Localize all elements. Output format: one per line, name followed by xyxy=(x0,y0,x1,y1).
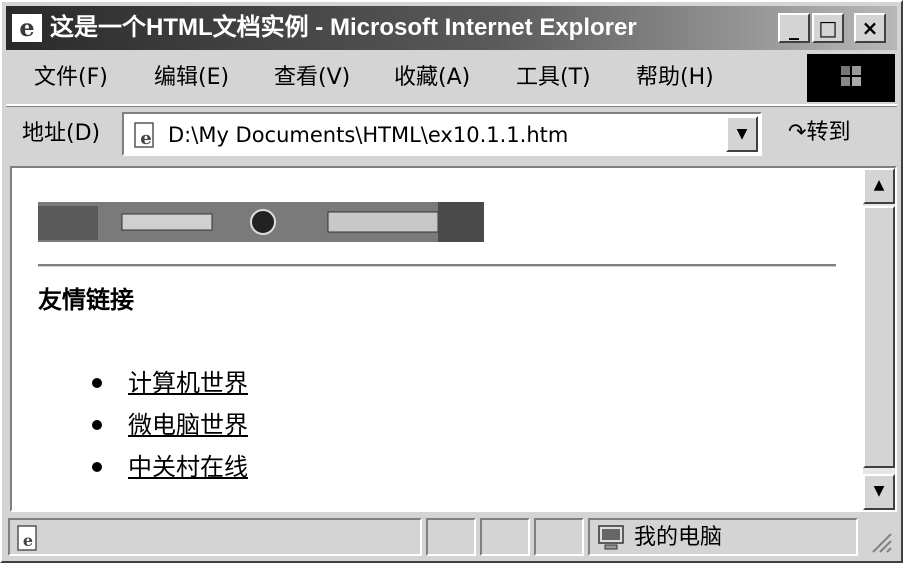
svg-text:e: e xyxy=(140,128,151,149)
maximize-button[interactable]: □ xyxy=(812,13,844,43)
arrow-up-icon: ▲ xyxy=(873,177,885,193)
computer-icon xyxy=(598,525,624,550)
zone-label: 我的电脑 xyxy=(634,525,723,550)
scroll-down-button[interactable]: ▼ xyxy=(863,474,895,510)
links-list: 计算机世界 微电脑世界 中关村在线 xyxy=(92,364,248,490)
scroll-up-button[interactable]: ▲ xyxy=(863,168,895,204)
svg-text:e: e xyxy=(23,531,33,550)
title-bar[interactable]: e 这是一个HTML文档实例 - Microsoft Internet Expl… xyxy=(6,6,897,50)
graphics-card-banner-image xyxy=(38,202,484,242)
status-text-pane: e xyxy=(8,518,422,556)
resize-grip-icon[interactable] xyxy=(869,530,893,554)
address-label: 地址(D) xyxy=(22,121,101,146)
horizontal-rule xyxy=(38,264,836,267)
address-dropdown-button[interactable]: ▼ xyxy=(726,116,758,152)
status-pane xyxy=(426,518,476,556)
bullet-icon xyxy=(92,462,102,472)
page-icon: e xyxy=(134,122,154,149)
chevron-down-icon: ▼ xyxy=(736,126,748,142)
status-pane xyxy=(534,518,584,556)
go-label: 转到 xyxy=(806,120,851,145)
page-heading: 友情链接 xyxy=(38,285,134,314)
address-input[interactable]: D:\My Documents\HTML\ex10.1.1.htm xyxy=(168,122,568,148)
svg-text:e: e xyxy=(19,14,34,42)
close-button[interactable]: × xyxy=(854,13,886,43)
list-item: 计算机世界 xyxy=(92,364,248,406)
scroll-thumb[interactable] xyxy=(863,206,895,468)
status-bar: e 我的电脑 xyxy=(6,516,897,558)
minimize-button[interactable]: _ xyxy=(778,13,810,43)
address-field[interactable]: e D:\My Documents\HTML\ex10.1.1.htm ▼ xyxy=(122,112,762,156)
link-zol[interactable]: 中关村在线 xyxy=(128,453,248,481)
bullet-icon xyxy=(92,378,102,388)
browser-window: e 这是一个HTML文档实例 - Microsoft Internet Expl… xyxy=(0,0,903,563)
status-pane xyxy=(480,518,530,556)
vertical-scrollbar[interactable]: ▲ ▼ xyxy=(863,168,895,510)
window-title: 这是一个HTML文档实例 - Microsoft Internet Explor… xyxy=(50,14,637,41)
menu-edit[interactable]: 编辑(E) xyxy=(154,64,229,92)
link-micro-computer-world[interactable]: 微电脑世界 xyxy=(128,411,248,439)
bullet-icon xyxy=(92,420,102,430)
menu-tools[interactable]: 工具(T) xyxy=(516,64,591,92)
menu-file[interactable]: 文件(F) xyxy=(34,64,108,92)
list-item: 微电脑世界 xyxy=(92,406,248,448)
link-computer-world[interactable]: 计算机世界 xyxy=(128,369,248,397)
menu-favorites[interactable]: 收藏(A) xyxy=(394,64,470,92)
security-zone-pane: 我的电脑 xyxy=(588,518,858,556)
page-content: 友情链接 计算机世界 微电脑世界 中关村在线 ▲ ▼ xyxy=(10,166,897,512)
ie-logo-icon: e xyxy=(12,14,42,42)
windows-logo-icon xyxy=(807,54,895,102)
list-item: 中关村在线 xyxy=(92,448,248,490)
page-status-icon: e xyxy=(17,525,37,551)
address-bar: 地址(D) e D:\My Documents\HTML\ex10.1.1.ht… xyxy=(6,108,897,162)
go-button[interactable]: ↷转到 xyxy=(788,118,850,148)
go-arrow-icon: ↷ xyxy=(788,120,807,145)
arrow-down-icon: ▼ xyxy=(873,483,885,499)
menu-help[interactable]: 帮助(H) xyxy=(636,64,714,92)
menu-view[interactable]: 查看(V) xyxy=(274,64,350,92)
menu-bar: 文件(F) 编辑(E) 查看(V) 收藏(A) 工具(T) 帮助(H) xyxy=(6,54,897,106)
